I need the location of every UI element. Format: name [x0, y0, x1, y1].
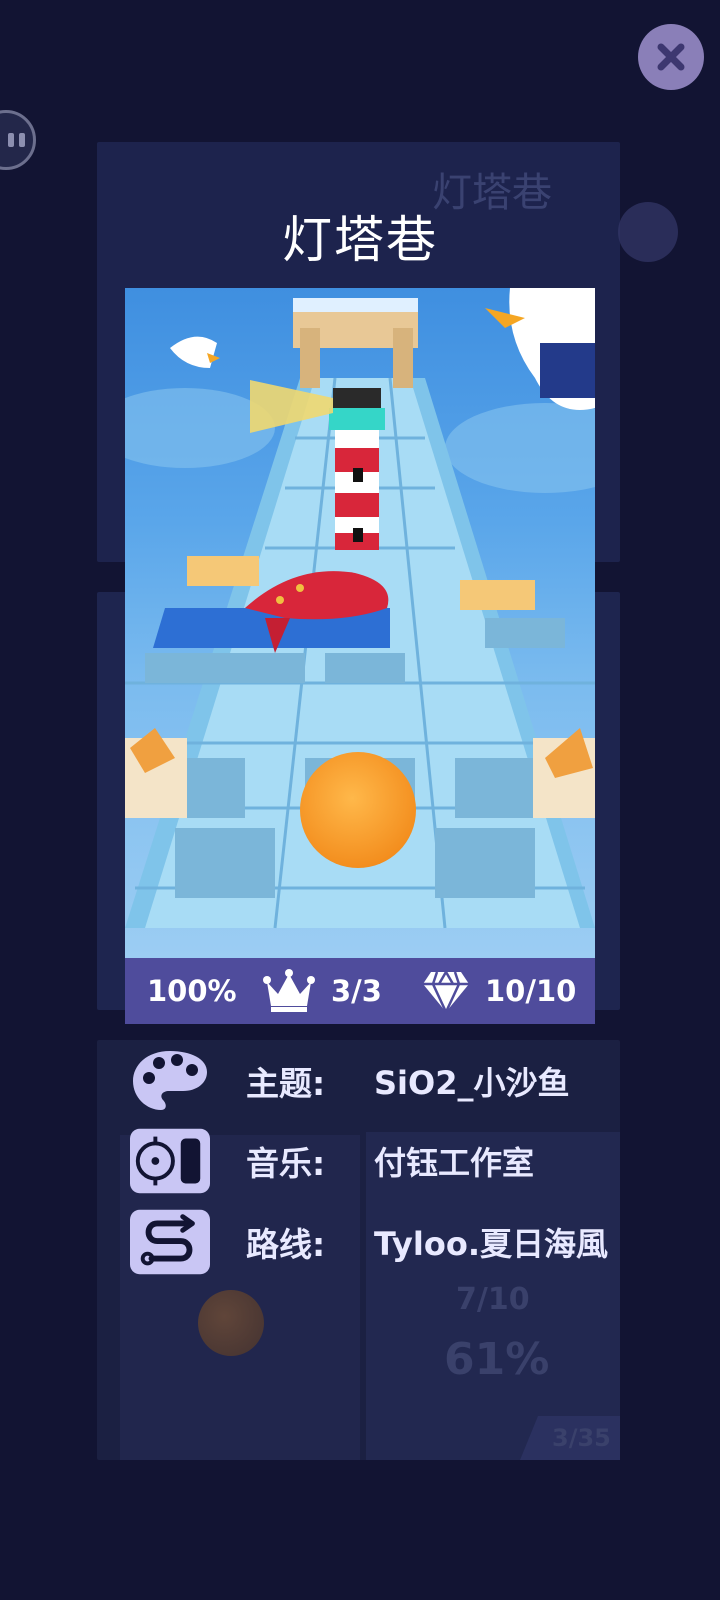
route-value: Tyloo.夏日海風 — [374, 1225, 608, 1263]
speaker-icon — [130, 1127, 210, 1195]
theme-label: 主题: — [246, 1064, 326, 1103]
palette-icon — [130, 1047, 210, 1115]
route-icon — [130, 1208, 210, 1276]
close-button[interactable] — [638, 24, 704, 90]
level-title: 灯塔巷 — [282, 211, 438, 269]
crown-icon — [263, 969, 315, 1012]
background-page-indicator: 3/35 — [552, 1424, 611, 1452]
background-gem-count: 7/10 — [456, 1282, 530, 1317]
route-label: 路线: — [246, 1225, 326, 1264]
background-ball — [198, 1290, 264, 1356]
theme-row: 主题: SiO2_小沙鱼 — [130, 1047, 610, 1115]
crown-count: 3/3 — [331, 974, 382, 1008]
background-percent: 61% — [444, 1334, 550, 1385]
level-stats-bar: 100% 3/3 10/10 — [125, 958, 595, 1024]
pause-icon[interactable] — [0, 110, 36, 170]
route-row: 路线: Tyloo.夏日海風 — [130, 1208, 610, 1276]
close-icon — [657, 43, 685, 71]
gem-count: 10/10 — [485, 974, 577, 1008]
music-value: 付钰工作室 — [374, 1144, 535, 1182]
diamond-icon — [423, 971, 469, 1013]
music-label: 音乐: — [246, 1144, 326, 1183]
level-preview-image — [125, 288, 595, 958]
theme-value: SiO2_小沙鱼 — [374, 1064, 570, 1102]
music-row: 音乐: 付钰工作室 — [130, 1127, 610, 1195]
completion-percent: 100% — [147, 974, 237, 1008]
